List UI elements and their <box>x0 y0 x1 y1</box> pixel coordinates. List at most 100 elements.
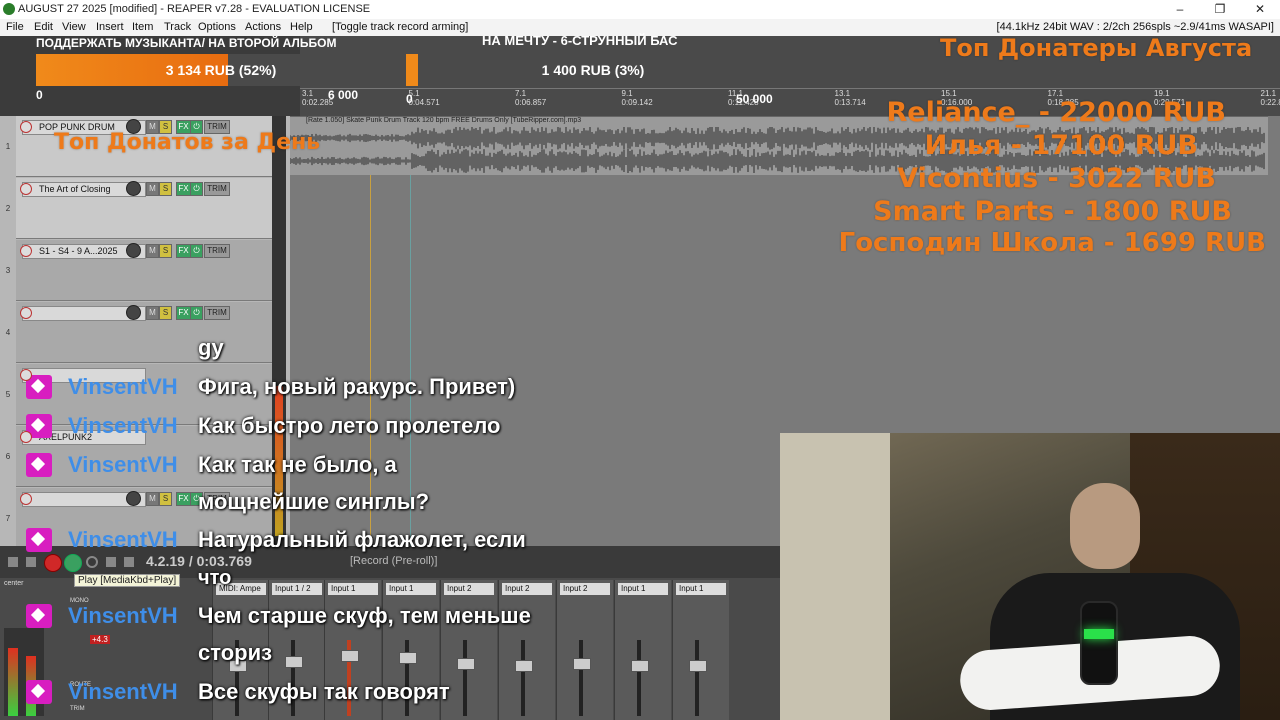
microphone <box>1080 601 1118 685</box>
menu-insert[interactable]: Insert <box>96 19 124 36</box>
trim-button[interactable]: TRIM <box>204 244 230 258</box>
goal2-title: НА МЕЧТУ - 6-СТРУННЫЙ БАС <box>482 33 678 48</box>
menu-file[interactable]: File <box>6 19 24 36</box>
io-button[interactable]: ⏻ <box>190 306 203 320</box>
mixer-strip-7[interactable]: Input 2 <box>556 580 613 720</box>
volume-fader[interactable] <box>399 652 417 664</box>
record-arm-button[interactable] <box>20 183 32 195</box>
menu-help[interactable]: Help <box>290 19 313 36</box>
volume-fader[interactable] <box>689 660 707 672</box>
fx-button[interactable]: FX <box>176 244 191 258</box>
chat-username: VinsentVH <box>68 452 178 477</box>
chat-text: мощнейшие синглы? <box>198 489 430 514</box>
volume-knob[interactable] <box>126 243 141 258</box>
pause-icon[interactable] <box>124 557 134 567</box>
menu-track[interactable]: Track <box>164 19 191 36</box>
record-arm-button[interactable] <box>20 493 32 505</box>
track-2[interactable]: The Art of Closing M S FX ⏻ TRIM <box>16 178 272 239</box>
volume-knob[interactable] <box>126 491 141 506</box>
chat-text: Как так не было, а <box>198 452 397 477</box>
volume-fader[interactable] <box>285 656 303 668</box>
record-arm-button[interactable] <box>20 431 32 443</box>
chat-text: что <box>198 567 232 589</box>
fx-button[interactable]: FX <box>176 492 191 506</box>
record-arm-button[interactable] <box>20 121 32 133</box>
ruler-marker: 9.1 0:09.142 <box>621 89 653 107</box>
stop-icon[interactable] <box>106 557 116 567</box>
input-select[interactable]: Input 2 <box>560 583 610 595</box>
person-head <box>1070 483 1140 569</box>
volume-fader[interactable] <box>457 658 475 670</box>
volume-fader[interactable] <box>631 660 649 672</box>
goal2-max: 50 000 <box>736 92 773 106</box>
previous-icon[interactable] <box>26 557 36 567</box>
window-title: AUGUST 27 2025 [modified] - REAPER v7.28… <box>18 3 371 15</box>
trim-button[interactable]: TRIM <box>204 182 230 196</box>
input-select[interactable]: Input 1 <box>328 583 378 595</box>
io-button[interactable]: ⏻ <box>190 182 203 196</box>
chat-text: сториз <box>198 640 273 665</box>
close-button[interactable]: ✕ <box>1240 0 1280 19</box>
track-4[interactable]: M S FX ⏻ TRIM <box>16 302 272 363</box>
chat-username: VinsentVH <box>68 374 178 399</box>
input-select[interactable]: Input 1 <box>618 583 668 595</box>
input-select[interactable]: Input 1 <box>676 583 726 595</box>
webcam-feed <box>780 433 1280 720</box>
menu-options[interactable]: Options <box>198 19 236 36</box>
window-light <box>780 433 890 720</box>
go-start-icon[interactable] <box>8 557 18 567</box>
mixer-strip-8[interactable]: Input 1 <box>614 580 671 720</box>
mixer-strip-9[interactable]: Input 1 <box>672 580 729 720</box>
ruler-marker: 7.1 0:06.857 <box>515 89 547 107</box>
volume-fader[interactable] <box>515 660 533 672</box>
menu-view[interactable]: View <box>62 19 86 36</box>
track-number: 3 <box>5 266 11 275</box>
minimize-button[interactable]: – <box>1160 0 1200 19</box>
volume-knob[interactable] <box>126 181 141 196</box>
top-month-entry-5: Господин Школа - 1699 RUB <box>838 228 1266 258</box>
mute-button[interactable]: M <box>146 306 159 320</box>
volume-fader[interactable] <box>573 658 591 670</box>
input-select[interactable]: Input 1 <box>386 583 436 595</box>
mute-button[interactable]: M <box>146 244 159 258</box>
input-select[interactable]: Input 1 / 2 <box>272 583 322 595</box>
solo-button[interactable]: S <box>159 182 172 196</box>
menu-actions[interactable]: Actions <box>245 19 281 36</box>
solo-button[interactable]: S <box>159 306 172 320</box>
maximize-button[interactable]: ❐ <box>1200 0 1240 19</box>
fx-button[interactable]: FX <box>176 182 191 196</box>
goal1-min: 0 <box>36 88 43 102</box>
record-button[interactable] <box>44 554 62 572</box>
fx-button[interactable]: FX <box>176 306 191 320</box>
mute-button[interactable]: M <box>146 182 159 196</box>
io-button[interactable]: ⏻ <box>190 244 203 258</box>
menu-edit[interactable]: Edit <box>34 19 53 36</box>
chat-username: VinsentVH <box>68 679 178 704</box>
record-arm-button[interactable] <box>20 369 32 381</box>
track-number: 2 <box>5 204 11 213</box>
solo-button[interactable]: S <box>159 244 172 258</box>
record-arm-button[interactable] <box>20 245 32 257</box>
track-number: 1 <box>5 142 11 151</box>
play-button[interactable] <box>64 554 82 572</box>
play-tooltip: Play [MediaKbd+Play] <box>74 574 181 587</box>
master-vu-meter <box>272 116 286 546</box>
mute-button[interactable]: M <box>146 492 159 506</box>
solo-button[interactable]: S <box>159 492 172 506</box>
input-select[interactable]: Input 2 <box>444 583 494 595</box>
input-select[interactable]: Input 2 <box>502 583 552 595</box>
volume-fader[interactable] <box>341 650 359 662</box>
trim-button[interactable]: TRIM <box>204 306 230 320</box>
track-3[interactable]: S1 - S4 - 9 A...2025 M S FX ⏻ TRIM <box>16 240 272 301</box>
goal1-title: ПОДДЕРЖАТЬ МУЗЫКАНТА/ НА ВТОРОЙ АЛЬБОМ <box>36 36 337 50</box>
chat-text: Как быстро лето пролетело <box>198 413 501 438</box>
volume-knob[interactable] <box>126 305 141 320</box>
window-titlebar: AUGUST 27 2025 [modified] - REAPER v7.28… <box>0 0 1280 19</box>
menu-item[interactable]: Item <box>132 19 153 36</box>
top-day-title: Топ Донатов за День <box>54 130 321 155</box>
loop-icon[interactable] <box>86 556 98 568</box>
chat-text: Натуральный флажолет, если <box>198 527 526 552</box>
track-number: 4 <box>5 328 11 337</box>
goal2-amount: 1 400 RUB (3%) <box>541 62 645 78</box>
record-arm-button[interactable] <box>20 307 32 319</box>
